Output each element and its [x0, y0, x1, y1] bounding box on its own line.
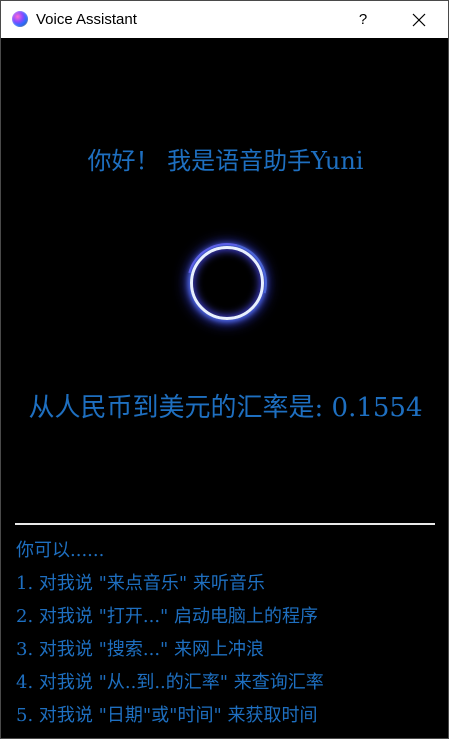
help-button[interactable]: ?: [341, 1, 385, 38]
greeting-text: 你好！ 我是语音助手Yuni: [87, 147, 364, 175]
tip-item: 3. 对我说 "搜索..." 来网上冲浪: [16, 639, 265, 660]
tip-item: 5. 对我说 "日期"或"时间" 来获取时间: [16, 705, 318, 726]
close-button[interactable]: [396, 1, 442, 38]
tip-item: 1. 对我说 "来点音乐" 来听音乐: [16, 573, 265, 594]
listening-orb-button[interactable]: [172, 228, 282, 338]
tip-item: 2. 对我说 "打开..." 启动电脑上的程序: [16, 606, 319, 627]
result-text: 从人民币到美元的汇率是: 0.1554: [28, 393, 423, 423]
close-icon: [412, 13, 426, 26]
tips-list: 你可以...... 1. 对我说 "来点音乐" 来听音乐 2. 对我说 "打开.…: [16, 534, 441, 732]
tip-item: 4. 对我说 "从..到..的汇率" 来查询汇率: [16, 672, 324, 693]
voice-assistant-window: Voice Assistant ? 你好！ 我是语音助手Yuni 从人民币到美元…: [0, 0, 449, 739]
title-bar[interactable]: Voice Assistant ?: [1, 1, 448, 38]
listening-orb-icon: [190, 246, 264, 320]
app-orb-icon: [12, 11, 28, 27]
window-title: Voice Assistant: [36, 11, 137, 28]
tips-heading: 你可以......: [16, 540, 105, 561]
divider: [15, 523, 435, 525]
